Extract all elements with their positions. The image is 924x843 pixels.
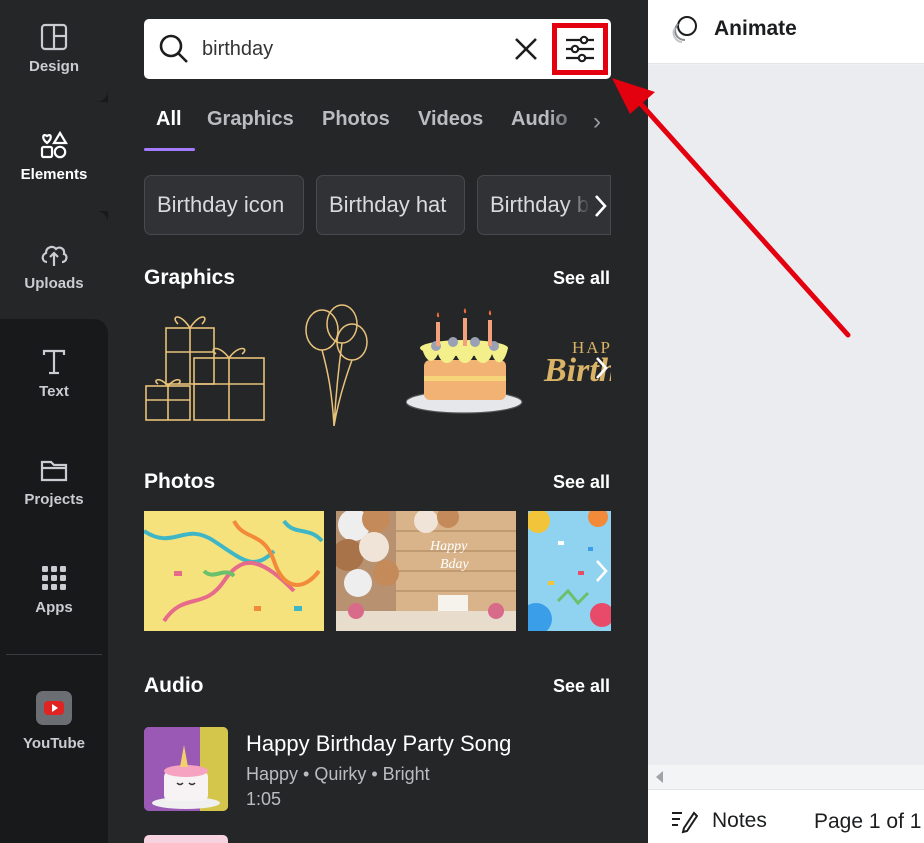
suggestion-chips: Birthday icon Birthday hat Birthday ball… bbox=[144, 175, 611, 235]
close-icon[interactable] bbox=[512, 35, 540, 63]
apps-grid-icon bbox=[42, 565, 66, 590]
editor-topbar: Animate bbox=[648, 0, 924, 64]
tab-videos[interactable]: Videos bbox=[418, 108, 483, 131]
layout-icon bbox=[40, 23, 68, 50]
design-canvas[interactable] bbox=[648, 65, 924, 765]
audio-thumbnail bbox=[144, 727, 228, 811]
animate-icon bbox=[672, 16, 697, 43]
rail-item-design[interactable]: Design bbox=[0, 0, 108, 102]
graphic-gift-boxes[interactable] bbox=[144, 302, 266, 430]
rail-item-projects[interactable]: Projects bbox=[0, 427, 108, 535]
scroll-left-icon[interactable] bbox=[656, 771, 663, 783]
see-all-graphics[interactable]: See all bbox=[553, 268, 610, 289]
photo-streamers[interactable] bbox=[144, 511, 324, 631]
category-tabs: All Graphics Photos Videos Audio › bbox=[144, 96, 611, 151]
graphic-balloons[interactable] bbox=[298, 302, 373, 430]
tab-all[interactable]: All bbox=[156, 108, 182, 131]
elements-panel: All Graphics Photos Videos Audio › Birth… bbox=[108, 0, 648, 843]
chip-birthday-balloon[interactable]: Birthday balloon bbox=[477, 175, 611, 235]
shapes-icon bbox=[40, 130, 68, 159]
photos-row: Happy Bday bbox=[144, 511, 611, 631]
rail-item-label: YouTube bbox=[23, 734, 85, 752]
see-all-photos[interactable]: See all bbox=[553, 472, 610, 493]
audio-duration: 1:05 bbox=[246, 789, 282, 809]
rail-item-apps[interactable]: Apps bbox=[0, 535, 108, 643]
search-icon bbox=[159, 34, 188, 63]
rail-item-label: Uploads bbox=[24, 274, 84, 292]
rail-item-label: Design bbox=[28, 57, 79, 75]
rail-item-text[interactable]: Text bbox=[0, 319, 108, 427]
rail-divider bbox=[6, 654, 102, 655]
page-indicator[interactable]: Page 1 of 1 bbox=[814, 810, 921, 834]
text-icon bbox=[42, 349, 66, 374]
chevron-right-icon[interactable] bbox=[591, 352, 611, 384]
youtube-icon bbox=[36, 690, 72, 725]
rail-item-label: Apps bbox=[35, 598, 73, 616]
audio-tags: Happy • Quirky • Bright bbox=[246, 764, 430, 784]
see-all-audio[interactable]: See all bbox=[553, 676, 610, 697]
filter-sliders-icon bbox=[566, 35, 594, 63]
notes-icon bbox=[672, 811, 698, 834]
folder-icon bbox=[40, 460, 68, 481]
tab-fade bbox=[548, 104, 611, 140]
section-title-graphics: Graphics bbox=[144, 266, 236, 289]
chip-birthday-icon[interactable]: Birthday icon bbox=[144, 175, 304, 235]
chevron-right-icon[interactable] bbox=[590, 190, 610, 222]
graphic-birthday-cake[interactable] bbox=[406, 302, 526, 430]
graphics-row: HAP Birth bbox=[144, 302, 611, 430]
audio-list-item[interactable]: Happy Birthday Party Song Happy • Quirky… bbox=[144, 727, 611, 811]
section-title-photos: Photos bbox=[144, 470, 216, 493]
tab-graphics[interactable]: Graphics bbox=[207, 108, 294, 131]
chevron-right-icon[interactable] bbox=[591, 555, 611, 587]
search-input[interactable] bbox=[202, 31, 542, 67]
chip-birthday-hat[interactable]: Birthday hat bbox=[316, 175, 465, 235]
rail-item-uploads[interactable]: Uploads bbox=[0, 211, 108, 319]
editor-bottombar: Notes Page 1 of 1 bbox=[648, 789, 924, 843]
tab-photos[interactable]: Photos bbox=[322, 108, 390, 131]
rail-item-youtube[interactable]: YouTube bbox=[0, 667, 108, 775]
cloud-upload-icon bbox=[41, 245, 68, 266]
filter-button[interactable] bbox=[552, 23, 608, 75]
rail-item-label: Text bbox=[39, 382, 69, 400]
rail-item-elements[interactable]: Elements bbox=[0, 102, 108, 211]
rail-item-label: Projects bbox=[24, 490, 84, 508]
animate-button[interactable]: Animate bbox=[670, 14, 797, 44]
section-title-audio: Audio bbox=[144, 674, 204, 697]
horizontal-scrollbar[interactable] bbox=[648, 765, 924, 789]
photo-balloon-party[interactable]: Happy Bday bbox=[336, 511, 516, 631]
audio-list-item[interactable] bbox=[144, 835, 228, 843]
search-box bbox=[144, 19, 611, 79]
rail-item-label: Elements bbox=[20, 166, 88, 183]
notes-button[interactable]: Notes bbox=[670, 808, 767, 834]
audio-title: Happy Birthday Party Song bbox=[246, 731, 512, 756]
active-tab-indicator bbox=[144, 148, 195, 151]
chevron-right-icon[interactable]: › bbox=[593, 108, 601, 136]
